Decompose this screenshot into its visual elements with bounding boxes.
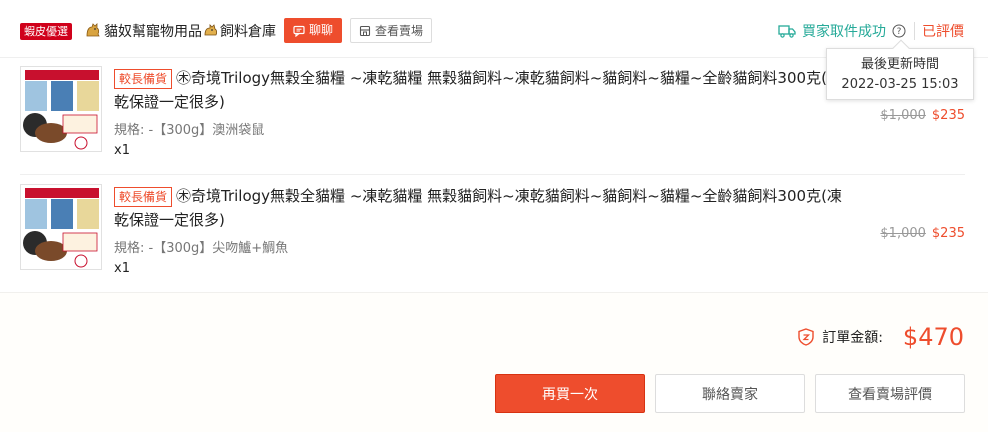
item-divider <box>20 174 965 175</box>
svg-text:?: ? <box>897 27 902 37</box>
sale-price: $235 <box>931 226 965 241</box>
tooltip-datetime: 2022-03-25 15:03 <box>841 77 959 92</box>
product-title-text: 奇境Trilogy無穀全貓糧 ~凍乾貓糧 無穀貓飼料~凍乾貓飼料~貓飼料~貓糧~… <box>114 69 842 111</box>
chat-button[interactable]: 聊聊 <box>284 18 342 43</box>
view-shop-label: 查看賣場 <box>374 24 423 38</box>
shop-name[interactable]: 貓奴幫寵物用品 飼料倉庫 <box>104 21 276 41</box>
product-thumbnail[interactable] <box>20 66 102 152</box>
product-quantity: x1 <box>114 261 130 276</box>
total-label: 訂單金額: <box>822 330 883 346</box>
update-time-tooltip: 最後更新時間 2022-03-25 15:03 <box>826 39 974 100</box>
contact-seller-button[interactable]: 聯絡賣家 <box>655 374 805 413</box>
product-spec: 規格: -【300g】澳洲袋鼠 <box>114 123 265 138</box>
order-item[interactable]: ㊍奇境Trilogy無穀全貓糧 ~凍乾貓糧 無穀貓飼料~凍乾貓飼料~貓飼料~貓糧… <box>20 66 965 176</box>
chat-icon <box>293 25 305 37</box>
view-shop-rating-button[interactable]: 查看賣場評價 <box>815 374 965 413</box>
shield-icon <box>798 328 814 346</box>
product-title[interactable]: ㊍奇境Trilogy無穀全貓糧 ~凍乾貓糧 無穀貓飼料~凍乾貓飼料~貓飼料~貓糧… <box>114 184 854 232</box>
product-image <box>21 185 101 269</box>
product-title-text: 奇境Trilogy無穀全貓糧 ~凍乾貓糧 無穀貓飼料~凍乾貓飼料~貓飼料~貓糧~… <box>114 187 842 229</box>
shop-name-suffix: 飼料倉庫 <box>220 24 276 40</box>
total-amount: $470 <box>902 323 964 351</box>
shop-name-text: 貓奴幫寵物用品 <box>104 24 202 40</box>
sale-price: $235 <box>931 108 965 123</box>
rated-status: 已評價 <box>922 24 964 40</box>
cat-icon <box>86 23 100 37</box>
longer-prep-tag: 較長備貨 <box>114 69 173 89</box>
order-total: 訂單金額: $470 <box>798 323 964 351</box>
original-price: $1,000 <box>880 108 926 123</box>
buy-again-button[interactable]: 再買一次 <box>495 374 645 413</box>
product-thumbnail[interactable] <box>20 184 102 270</box>
preferred-badge: 蝦皮優選 <box>20 23 72 40</box>
tooltip-title: 最後更新時間 <box>860 57 939 72</box>
truck-icon <box>778 25 796 38</box>
shop-icon <box>359 25 371 36</box>
order-footer: 訂單金額: $470 再買一次 聯絡賣家 查看賣場評價 <box>0 292 988 432</box>
original-price: $1,000 <box>880 226 926 241</box>
order-card: 蝦皮優選 貓奴幫寵物用品 飼料倉庫 聊聊 查看賣場 買家取件成功 ? 已評價 最… <box>0 0 988 432</box>
product-title[interactable]: ㊍奇境Trilogy無穀全貓糧 ~凍乾貓糧 無穀貓飼料~凍乾貓飼料~貓飼料~貓糧… <box>114 66 854 114</box>
help-icon[interactable]: ? <box>892 24 906 38</box>
product-quantity: x1 <box>114 143 130 158</box>
dog-icon <box>204 24 218 36</box>
product-spec: 規格: -【300g】尖吻鱸+鯛魚 <box>114 241 289 256</box>
order-item[interactable]: ㊍奇境Trilogy無穀全貓糧 ~凍乾貓糧 無穀貓飼料~凍乾貓飼料~貓飼料~貓糧… <box>20 184 965 294</box>
longer-prep-tag: 較長備貨 <box>114 187 173 207</box>
status-divider <box>914 22 915 40</box>
view-shop-button[interactable]: 查看賣場 <box>350 18 432 43</box>
status-text: 買家取件成功 <box>802 24 886 40</box>
product-image <box>21 67 101 151</box>
chat-label: 聊聊 <box>308 23 333 37</box>
product-price: $1,000 $235 <box>880 226 965 241</box>
product-price: $1,000 $235 <box>880 108 965 123</box>
delivery-status[interactable]: 買家取件成功 ? <box>778 21 906 41</box>
